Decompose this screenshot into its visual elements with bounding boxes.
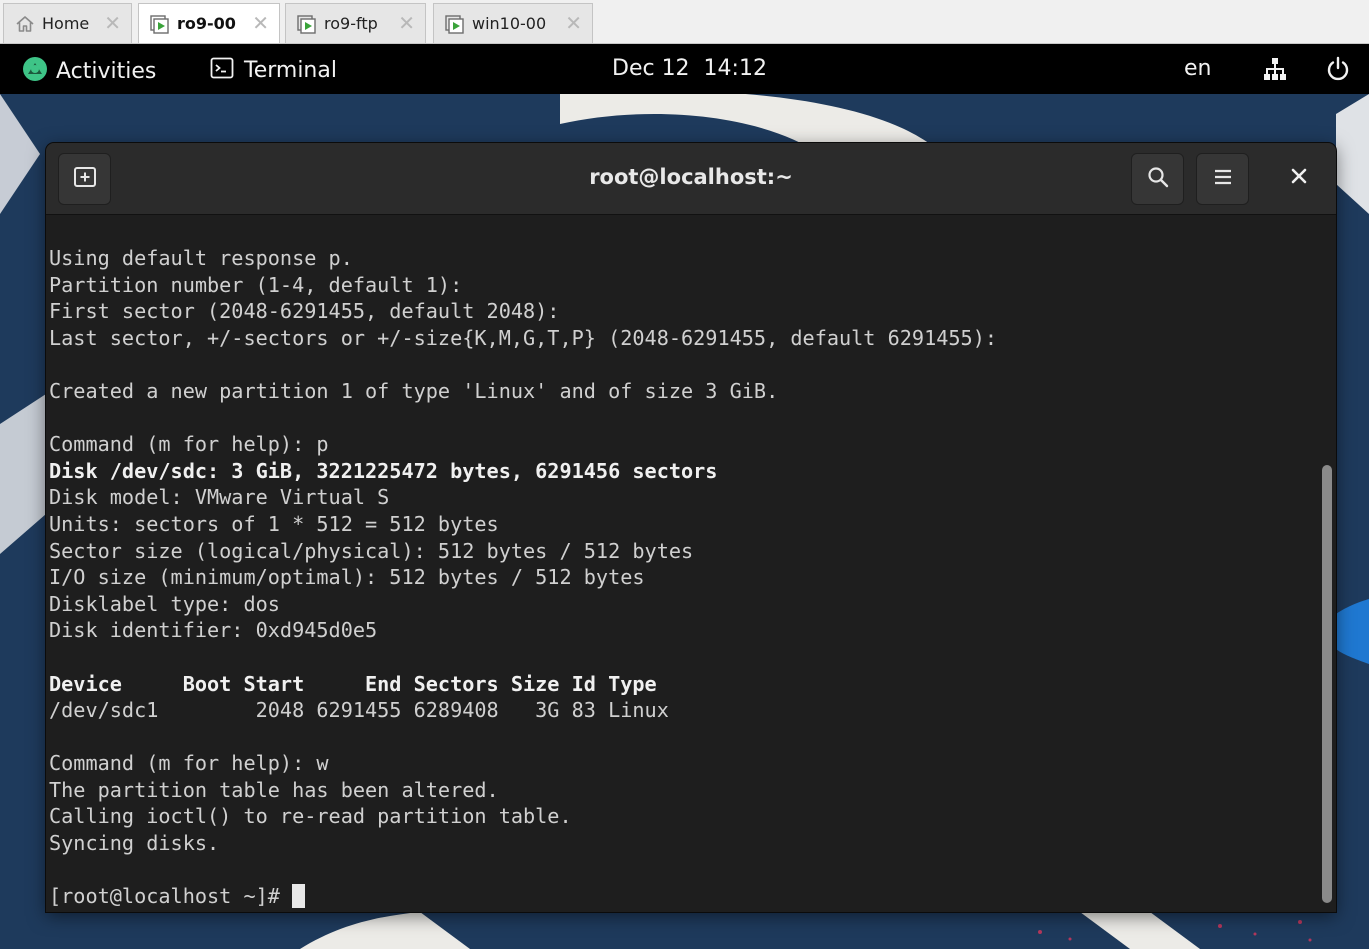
power-icon[interactable]: [1325, 56, 1351, 86]
activities-label: Activities: [56, 58, 157, 84]
terminal-line: Created a new partition 1 of type 'Linux…: [49, 378, 779, 403]
vm-tab-win10-00[interactable]: win10-00 ✕: [433, 3, 593, 43]
text-cursor: [292, 884, 306, 909]
terminal-line: Disk model: VMware Virtual S: [49, 485, 390, 510]
terminal-icon: [210, 56, 234, 84]
terminal-line: Disk identifier: 0xd945d0e5: [49, 618, 378, 643]
vm-play-icon: [444, 13, 466, 35]
scrollbar[interactable]: [1318, 215, 1336, 912]
home-icon: [14, 13, 36, 35]
close-icon[interactable]: ✕: [565, 12, 582, 34]
close-window-button[interactable]: [1284, 163, 1314, 193]
terminal-line: Last sector, +/-sectors or +/-size{K,M,G…: [49, 325, 998, 350]
terminal-line: Disk /dev/sdc: 3 GiB, 3221225472 bytes, …: [49, 458, 718, 483]
terminal-output-area[interactable]: Using default response p. Partition numbe…: [46, 215, 1336, 912]
terminal-line: Command (m for help): w: [49, 751, 329, 776]
close-icon: [1290, 167, 1308, 189]
terminal-line: The partition table has been altered.: [49, 777, 499, 802]
terminal-line: Calling ioctl() to re-read partition tab…: [49, 804, 572, 829]
terminal-text: Using default response p. Partition numbe…: [49, 245, 997, 910]
terminal-window: root@localhost:~ Using default response …: [46, 143, 1336, 912]
terminal-prompt-line[interactable]: [root@localhost ~]#: [49, 883, 997, 910]
vm-tab-ro9-00[interactable]: ro9-00 ✕: [138, 3, 280, 43]
close-icon[interactable]: ✕: [252, 12, 269, 34]
close-icon[interactable]: ✕: [398, 12, 415, 34]
close-icon[interactable]: ✕: [104, 12, 121, 34]
terminal-line: First sector (2048-6291455, default 2048…: [49, 299, 560, 324]
activities-logo-icon: [22, 56, 48, 86]
terminal-line: I/O size (minimum/optimal): 512 bytes / …: [49, 565, 645, 590]
vm-tab-label: ro9-00: [177, 14, 236, 33]
terminal-line: Device Boot Start End Sectors Size Id Ty…: [49, 671, 657, 696]
terminal-line: Units: sectors of 1 * 512 = 512 bytes: [49, 511, 499, 536]
scrollbar-thumb[interactable]: [1322, 465, 1332, 903]
network-icon[interactable]: [1262, 56, 1288, 86]
search-icon: [1146, 165, 1170, 193]
search-button[interactable]: [1131, 153, 1184, 205]
terminal-line: Partition number (1-4, default 1):: [49, 272, 463, 297]
vm-play-icon: [296, 13, 318, 35]
hamburger-menu-icon: [1212, 166, 1234, 192]
shell-prompt: [root@localhost ~]#: [49, 884, 293, 909]
vm-tab-label: ro9-ftp: [324, 14, 378, 33]
terminal-headerbar: root@localhost:~: [46, 143, 1336, 215]
vm-play-icon: [149, 13, 171, 35]
clock[interactable]: Dec 12 14:12: [612, 56, 767, 81]
gnome-top-bar: Activities Terminal Dec 12 14:12 en: [0, 44, 1369, 94]
vm-tab-strip: Home ✕ ro9-00 ✕ ro9-ftp ✕ win10-00 ✕: [0, 0, 1369, 44]
app-menu-terminal[interactable]: Terminal: [210, 56, 337, 84]
activities-button[interactable]: Activities: [22, 56, 156, 86]
terminal-line: Command (m for help): p: [49, 432, 329, 457]
menu-button[interactable]: [1196, 153, 1249, 205]
vm-tab-label: Home: [42, 14, 90, 33]
terminal-line: Syncing disks.: [49, 831, 220, 856]
terminal-line: Disklabel type: dos: [49, 591, 280, 616]
vm-tab-ro9-ftp[interactable]: ro9-ftp ✕: [285, 3, 426, 43]
terminal-line: /dev/sdc1 2048 6291455 6289408 3G 83 Lin…: [49, 698, 669, 723]
terminal-line: Using default response p.: [49, 246, 353, 270]
terminal-line: Sector size (logical/physical): 512 byte…: [49, 538, 694, 563]
vm-tab-label: win10-00: [472, 14, 547, 33]
app-menu-label: Terminal: [244, 57, 337, 83]
keyboard-language-indicator[interactable]: en: [1184, 56, 1211, 81]
vm-tab-home[interactable]: Home ✕: [3, 3, 132, 43]
